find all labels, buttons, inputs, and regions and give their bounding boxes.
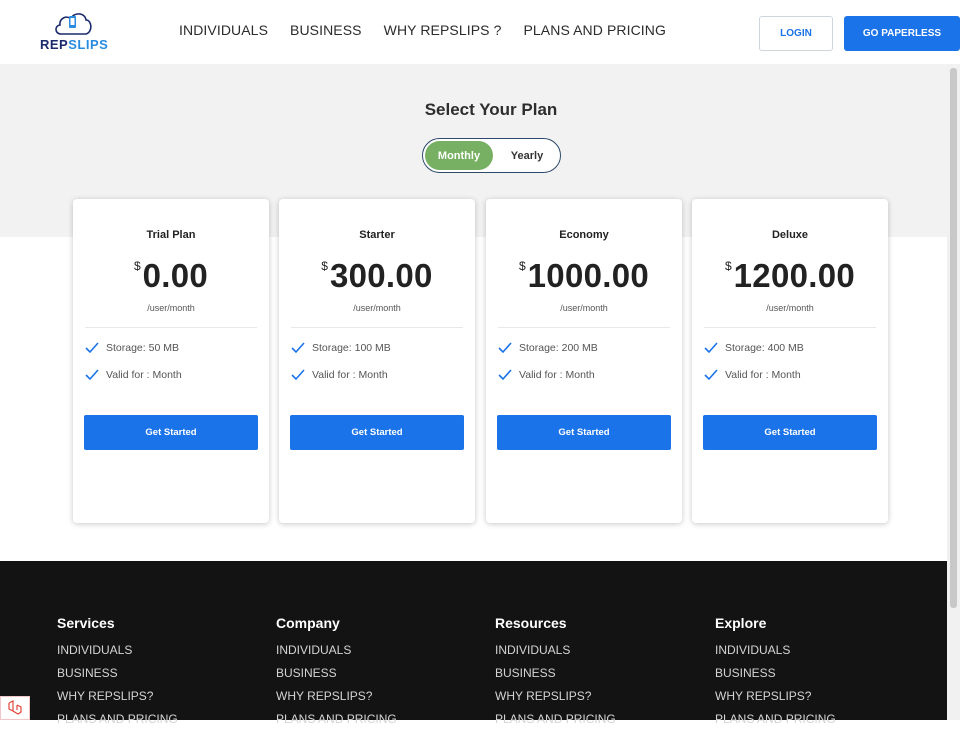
plan-price: $1000.00: [486, 257, 682, 295]
price-period: /user/month: [766, 303, 814, 313]
footer-column-resources: Resources INDIVIDUALS BUSINESS WHY REPSL…: [495, 615, 616, 735]
check-icon: [498, 369, 512, 381]
scrollbar-thumb[interactable]: [950, 68, 957, 608]
footer-column-services: Services INDIVIDUALS BUSINESS WHY REPSLI…: [57, 615, 178, 735]
price-amount: 1000.00: [527, 257, 650, 294]
plan-name: Deluxe: [771, 229, 809, 241]
laravel-icon-glyph: [8, 700, 22, 715]
footer-link[interactable]: WHY REPSLIPS?: [57, 689, 178, 703]
currency-symbol: $: [321, 259, 328, 273]
footer-link[interactable]: BUSINESS: [57, 666, 178, 680]
footer-link[interactable]: PLANS AND PRICING: [57, 712, 178, 726]
feature-item: Valid for : Month: [85, 369, 182, 381]
plan-price: $300.00: [279, 257, 475, 295]
get-started-button[interactable]: Get Started: [497, 415, 671, 450]
footer-link[interactable]: INDIVIDUALS: [715, 643, 836, 657]
nav-plans-and-pricing[interactable]: PLANS AND PRICING: [523, 22, 666, 38]
get-started-button[interactable]: Get Started: [703, 415, 877, 450]
footer-link[interactable]: PLANS AND PRICING: [276, 712, 397, 726]
footer-link[interactable]: PLANS AND PRICING: [715, 712, 836, 726]
nav-individuals[interactable]: INDIVIDUALS: [179, 22, 268, 38]
footer-heading: Explore: [715, 615, 767, 631]
plan-name: Starter: [359, 229, 395, 241]
plan-price: $0.00: [73, 257, 269, 295]
feature-item: Valid for : Month: [704, 369, 801, 381]
footer-link[interactable]: PLANS AND PRICING: [495, 712, 616, 726]
footer-link[interactable]: INDIVIDUALS: [495, 643, 616, 657]
divider: [291, 327, 463, 328]
site-header: REPSLIPS INDIVIDUALS BUSINESS WHY REPSLI…: [0, 0, 960, 64]
plan-name: Economy: [559, 229, 609, 241]
billing-period-toggle[interactable]: Monthly Yearly: [422, 138, 561, 173]
login-button[interactable]: LOGIN: [759, 16, 833, 51]
footer-column-company: Company INDIVIDUALS BUSINESS WHY REPSLIP…: [276, 615, 397, 735]
check-icon: [291, 369, 305, 381]
feature-item: Storage: 50 MB: [85, 342, 179, 354]
footer-heading: Resources: [495, 615, 567, 631]
currency-symbol: $: [133, 259, 141, 273]
nav-business[interactable]: BUSINESS: [290, 22, 362, 38]
plan-name: Trial Plan: [146, 229, 196, 241]
feature-item: Valid for : Month: [498, 369, 595, 381]
cloud-phone-logo-icon: [55, 13, 92, 35]
repslips-logo[interactable]: REPSLIPS: [40, 10, 109, 54]
go-paperless-button[interactable]: GO PAPERLESS: [844, 16, 960, 51]
plan-price: $1200.00: [692, 257, 888, 295]
feature-item: Storage: 400 MB: [704, 342, 804, 354]
check-icon: [704, 369, 718, 381]
footer-link[interactable]: WHY REPSLIPS?: [495, 689, 616, 703]
footer-link[interactable]: BUSINESS: [276, 666, 397, 680]
page-scrollbar[interactable]: [947, 64, 960, 720]
feature-item: Valid for : Month: [291, 369, 388, 381]
check-icon: [85, 342, 99, 354]
price-amount: 300.00: [329, 257, 433, 294]
main-nav: INDIVIDUALS BUSINESS WHY REPSLIPS ? PLAN…: [179, 22, 666, 38]
footer-heading: Services: [57, 615, 115, 631]
check-icon: [291, 342, 305, 354]
currency-symbol: $: [724, 259, 732, 273]
get-started-button[interactable]: Get Started: [84, 415, 258, 450]
currency-symbol: $: [518, 259, 526, 273]
plan-card-trial: Trial Plan $0.00 /user/month Storage: 50…: [73, 199, 269, 523]
check-icon: [85, 369, 99, 381]
check-icon: [704, 342, 718, 354]
footer-column-explore: Explore INDIVIDUALS BUSINESS WHY REPSLIP…: [715, 615, 836, 735]
toggle-monthly[interactable]: Monthly: [425, 141, 493, 170]
get-started-button[interactable]: Get Started: [290, 415, 464, 450]
footer-link[interactable]: INDIVIDUALS: [57, 643, 178, 657]
divider: [85, 327, 257, 328]
footer-link[interactable]: WHY REPSLIPS?: [715, 689, 836, 703]
plan-card-starter: Starter $300.00 /user/month Storage: 100…: [279, 199, 475, 523]
footer-link[interactable]: INDIVIDUALS: [276, 643, 397, 657]
footer-heading: Company: [276, 615, 340, 631]
footer-link[interactable]: WHY REPSLIPS?: [276, 689, 397, 703]
footer-link[interactable]: BUSINESS: [715, 666, 836, 680]
logo-wordmark: REPSLIPS: [40, 37, 109, 52]
page-title: Select Your Plan: [424, 100, 558, 119]
toggle-yearly[interactable]: Yearly: [499, 141, 555, 170]
price-amount: 1200.00: [733, 257, 856, 294]
price-amount: 0.00: [142, 257, 209, 294]
check-icon: [498, 342, 512, 354]
plan-card-deluxe: Deluxe $1200.00 /user/month Storage: 400…: [692, 199, 888, 523]
feature-item: Storage: 200 MB: [498, 342, 598, 354]
laravel-icon[interactable]: [0, 696, 30, 720]
footer-link[interactable]: BUSINESS: [495, 666, 616, 680]
feature-item: Storage: 100 MB: [291, 342, 391, 354]
divider: [498, 327, 670, 328]
price-period: /user/month: [353, 303, 401, 313]
divider: [704, 327, 876, 328]
price-period: /user/month: [147, 303, 195, 313]
nav-why-repslips[interactable]: WHY REPSLIPS ?: [384, 22, 502, 38]
price-period: /user/month: [560, 303, 608, 313]
plan-card-economy: Economy $1000.00 /user/month Storage: 20…: [486, 199, 682, 523]
site-footer: Services INDIVIDUALS BUSINESS WHY REPSLI…: [0, 561, 960, 726]
